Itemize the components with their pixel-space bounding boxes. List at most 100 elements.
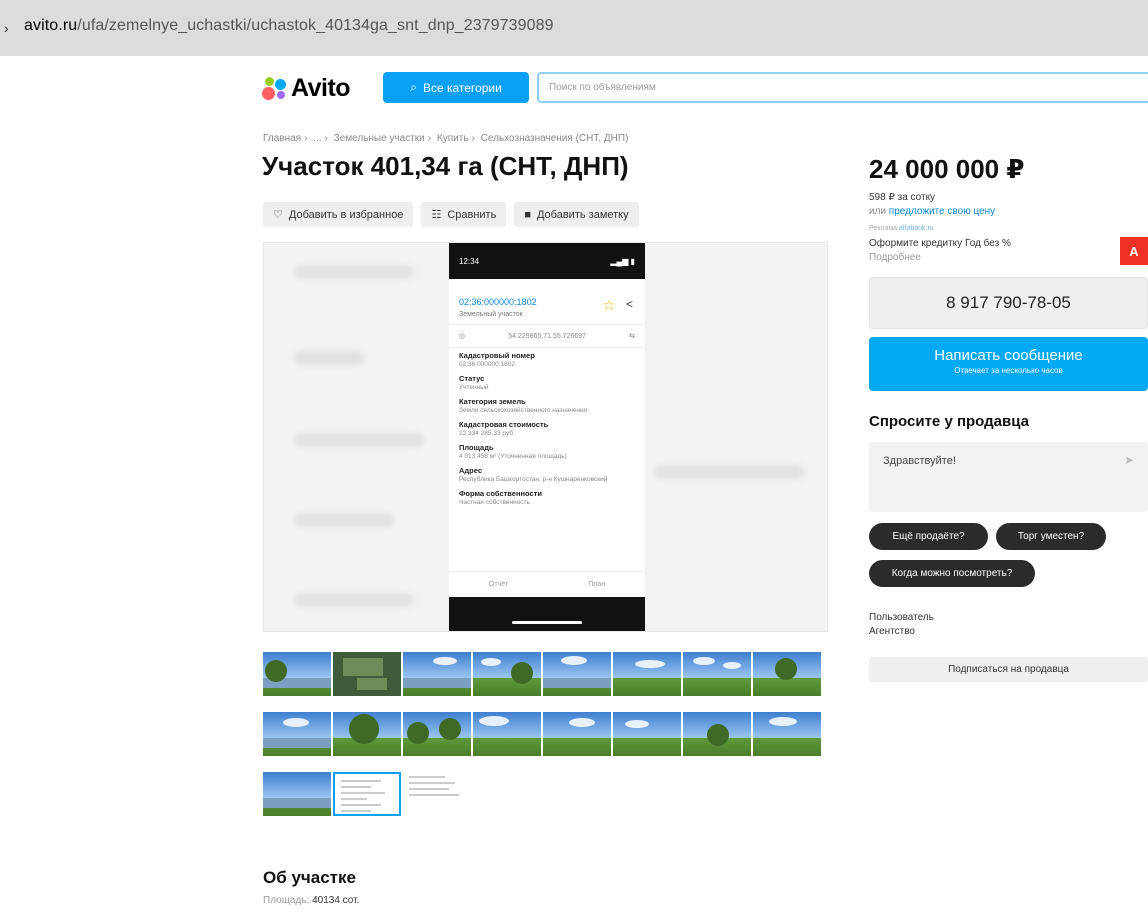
price-per-unit: 598 ₽ за сотку — [869, 192, 936, 203]
ask-seller-text: Здравствуйте! — [883, 455, 956, 467]
browser-url-bar[interactable]: › avito.ru/ufa/zemelnye_uchastki/uchasto… — [0, 0, 1148, 56]
photo-thumbnail[interactable] — [613, 652, 681, 696]
photo-thumbnail[interactable] — [333, 712, 401, 756]
photo-thumbnail[interactable] — [753, 652, 821, 696]
photo-thumbnail[interactable] — [683, 712, 751, 756]
ad-source[interactable]: alfabank.ru — [899, 225, 934, 232]
quick-question-still-selling[interactable]: Ещё продаёте? — [869, 523, 988, 550]
photo-thumbnail[interactable] — [473, 712, 541, 756]
logo-text: Avito — [291, 73, 351, 102]
blurred-text — [294, 513, 394, 527]
photo-thumbnails — [263, 652, 823, 832]
photo-thumbnail[interactable] — [263, 712, 331, 756]
offer-price: или предложите свою цену — [869, 206, 995, 217]
seller-name[interactable]: Пользователь — [869, 612, 934, 623]
compare-button[interactable]: ☷ Сравнить — [421, 202, 507, 227]
url-path: /ufa/zemelnye_uchastki/uchastok_40134ga_… — [77, 17, 554, 34]
search-icon: ⌕ — [410, 80, 417, 94]
phone-field: Адрес Республика Башкортостан, р-н Кушнар… — [459, 466, 608, 483]
photo-thumbnail[interactable] — [473, 652, 541, 696]
response-time-label: Отвечает за несколько часов — [954, 366, 1063, 375]
avito-logo-icon — [262, 75, 288, 101]
photo-thumbnail[interactable] — [333, 652, 401, 696]
about-area: Площадь: 40134 сот. — [263, 895, 359, 906]
ad-text[interactable]: Оформите кредитку Год без % — [869, 238, 1011, 249]
url-text[interactable]: avito.ru/ufa/zemelnye_uchastki/uchastok_… — [24, 17, 554, 35]
alfabank-logo-icon[interactable]: А — [1120, 237, 1148, 265]
phone-field: Категория земель Земли сельскохозяйственн… — [459, 397, 588, 414]
photo-thumbnail[interactable] — [543, 652, 611, 696]
photo-thumbnail[interactable] — [403, 712, 471, 756]
phone-tab-plan: План — [588, 581, 606, 588]
chevron-left-icon: › — [4, 20, 9, 36]
blurred-text — [294, 433, 424, 447]
add-to-favorites-button[interactable]: ♡ Добавить в избранное — [263, 202, 414, 227]
favorite-label: Добавить в избранное — [288, 208, 404, 221]
quick-question-viewing[interactable]: Когда можно посмотреть? — [869, 560, 1035, 587]
all-categories-label: Все категории — [422, 80, 502, 95]
avito-logo[interactable]: Avito — [262, 73, 351, 103]
photo-thumbnail[interactable] — [613, 712, 681, 756]
ask-seller-input[interactable]: Здравствуйте! ➤ — [869, 442, 1148, 512]
star-icon: ☆ — [602, 297, 615, 313]
phone-coords: 54.229865,71.55.726697 — [508, 332, 587, 340]
blurred-text — [294, 265, 414, 279]
compare-label: Сравнить — [447, 208, 497, 221]
compare-icon: ☷ — [431, 209, 442, 221]
target-icon: ◎ — [459, 333, 466, 340]
phone-field: Кадастровый номер 02:36:000000:1802 — [459, 351, 535, 368]
blurred-text — [654, 465, 804, 479]
phone-tabs: Отчёт План — [449, 571, 645, 597]
main-photo[interactable]: 12:34 ▂▄▆ ▮ 02:36:000000:1802 Земельный … — [263, 242, 828, 632]
photo-thumbnail[interactable] — [753, 712, 821, 756]
phone-tab-report: Отчёт — [488, 581, 509, 588]
photo-thumbnail[interactable] — [543, 712, 611, 756]
page-title: Участок 401,34 га (СНТ, ДНП) — [262, 151, 629, 181]
write-message-button[interactable]: Написать сообщение Отвечает за несколько… — [869, 337, 1148, 391]
breadcrumb-item-ellipsis[interactable]: ... — [313, 133, 321, 144]
ad-more-link[interactable]: Подробнее — [869, 252, 921, 263]
document-thumbnail-selected[interactable] — [333, 772, 401, 816]
phone-status-bar: 12:34 ▂▄▆ ▮ — [449, 243, 645, 279]
subscribe-seller-button[interactable]: Подписаться на продавца — [869, 657, 1148, 682]
phone-field: Кадастровая стоимость 22 334 285,33 руб. — [459, 420, 549, 437]
area-value: 40134 сот. — [312, 895, 360, 906]
note-icon: ■ — [524, 208, 531, 221]
phone-screenshot: 12:34 ▂▄▆ ▮ 02:36:000000:1802 Земельный … — [449, 243, 645, 631]
search-box[interactable] — [537, 72, 1148, 103]
seller-type: Агентство — [869, 626, 915, 637]
photo-thumbnail[interactable] — [683, 652, 751, 696]
breadcrumb-item-category[interactable]: Сельхозназначения (СНТ, ДНП) — [481, 133, 629, 144]
ask-seller-title: Спросите у продавца — [869, 413, 1029, 430]
show-phone-button[interactable]: 8 917 790-78-05 — [869, 277, 1148, 329]
route-icon: ⇆ — [629, 333, 635, 340]
breadcrumb-item-buy[interactable]: Купить — [437, 133, 469, 144]
phone-coords-row: ◎ 54.229865,71.55.726697 ⇆ — [449, 325, 645, 348]
ad-label-text: Реклама — [869, 225, 898, 232]
quick-question-bargain[interactable]: Торг уместен? — [996, 523, 1106, 550]
blurred-text — [294, 351, 364, 365]
offer-price-link[interactable]: предложите свою цену — [889, 206, 995, 217]
offer-prefix: или — [869, 206, 887, 217]
photo-thumbnail[interactable] — [403, 652, 471, 696]
breadcrumb-item-land[interactable]: Земельные участки — [334, 133, 425, 144]
phone-time: 12:34 — [459, 256, 480, 266]
note-label: Добавить заметку — [536, 208, 629, 221]
add-note-button[interactable]: ■ Добавить заметку — [514, 202, 639, 227]
write-message-label: Написать сообщение — [934, 347, 1083, 364]
blurred-text — [294, 593, 414, 607]
breadcrumb-item-home[interactable]: Главная — [263, 133, 301, 144]
send-icon[interactable]: ➤ — [1124, 453, 1134, 467]
price: 24 000 000 ₽ — [869, 154, 1025, 184]
heart-icon: ♡ — [273, 209, 283, 221]
all-categories-button[interactable]: ⌕ Все категории — [383, 72, 529, 103]
document-thumbnail[interactable] — [403, 772, 471, 816]
photo-thumbnail[interactable] — [263, 772, 331, 816]
share-icon: < — [625, 297, 633, 311]
search-input[interactable] — [539, 74, 1148, 101]
breadcrumb: Главная › ... › Земельные участки › Купить ›… — [263, 133, 629, 144]
phone-nav-bar — [449, 597, 645, 631]
photo-thumbnail[interactable] — [263, 652, 331, 696]
listing-actions: ♡ Добавить в избранное ☷ Сравнить ■ Доба… — [263, 202, 639, 227]
area-label: Площадь: — [263, 895, 310, 906]
